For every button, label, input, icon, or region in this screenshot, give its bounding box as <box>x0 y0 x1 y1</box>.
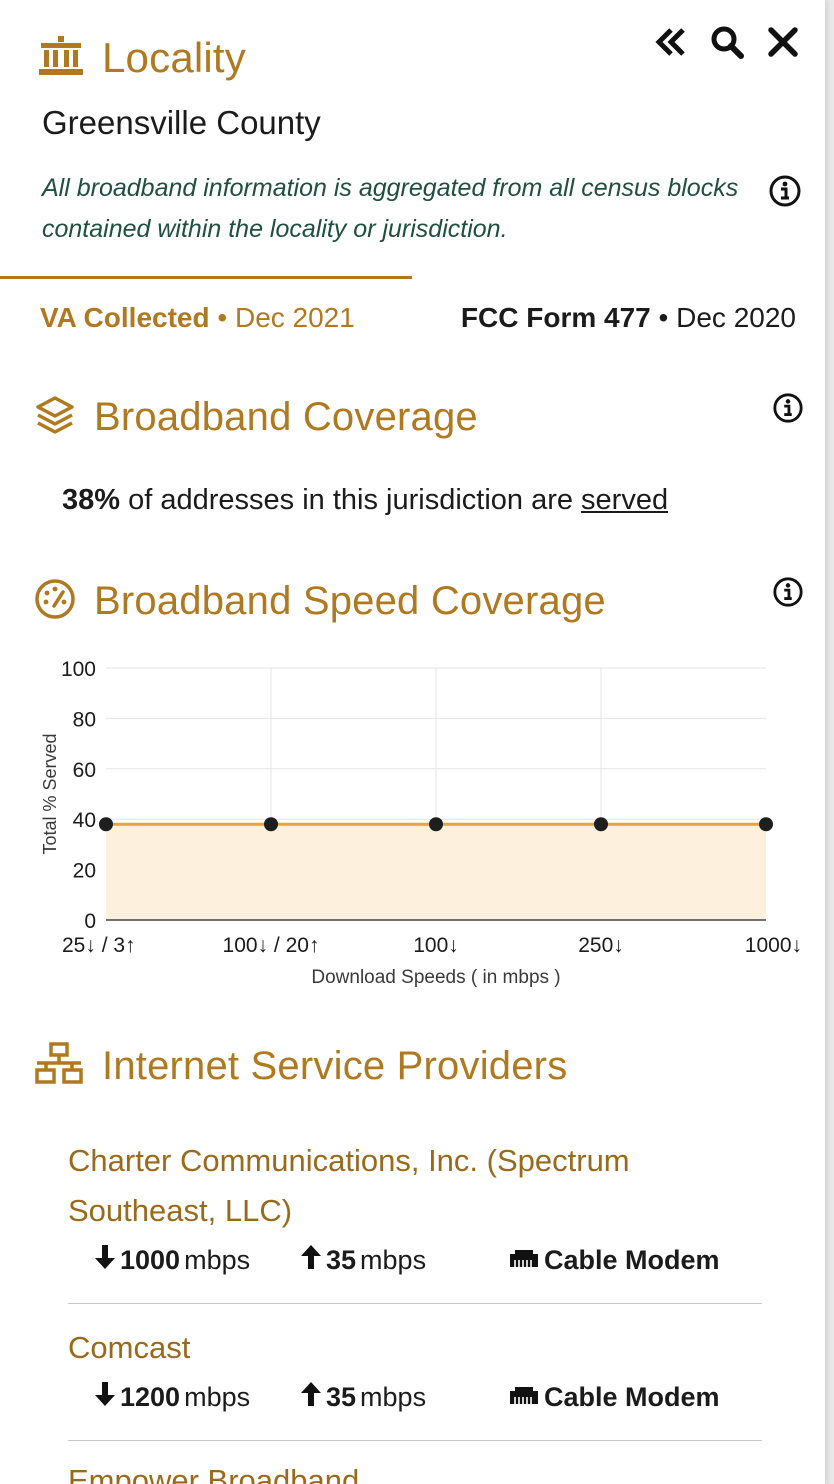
tab-fcc-date: Dec 2020 <box>676 302 796 333</box>
upload-speed: 35 mbps <box>300 1381 508 1414</box>
x-tick-label: 250↓ <box>578 934 624 957</box>
provider-item: Comcast 1200 mbps 35 mbps Cable Modem <box>68 1323 768 1414</box>
download-value: 1200 <box>120 1382 181 1412</box>
y-tick-label: 100 <box>61 658 96 681</box>
upload-value: 35 <box>326 1382 357 1412</box>
double-chevron-left-icon[interactable] <box>651 22 691 62</box>
tab-va-label: VA Collected <box>40 302 210 333</box>
close-icon[interactable] <box>763 22 803 62</box>
info-icon[interactable] <box>772 392 804 424</box>
x-axis-title: Download Speeds ( in mbps ) <box>311 967 560 988</box>
data-point <box>429 817 443 832</box>
x-tick-label: 1000↓ <box>745 934 802 957</box>
download-speed: 1200 mbps <box>94 1381 300 1414</box>
coverage-percent: 38% <box>62 484 121 516</box>
technology: Cable Modem <box>508 1245 720 1276</box>
locality-name: Greensville County <box>42 104 321 141</box>
download-speed: 1000 mbps <box>94 1244 300 1277</box>
provider-item: Empower Broadband <box>68 1456 768 1484</box>
y-tick-label: 0 <box>84 910 96 933</box>
speed-coverage-chart-svg: 0 20 40 60 80 100 25↓ / 3↑ 100↓ / 20↑ 100↓ 250↓ 10… <box>40 658 802 988</box>
data-point <box>264 817 278 832</box>
layers-icon <box>34 394 76 441</box>
network-icon <box>34 1042 84 1091</box>
provider-item: Charter Communications, Inc. (Spectrum S… <box>68 1136 768 1277</box>
x-tick-label: 100↓ / 20↑ <box>223 934 320 957</box>
isp-section-header: Internet Service Providers <box>34 1042 567 1091</box>
info-icon[interactable] <box>772 576 804 608</box>
arrow-down-icon <box>94 1381 116 1414</box>
arrow-up-icon <box>300 1244 322 1277</box>
speed-unit: mbps <box>184 1382 251 1412</box>
tab-va-date: Dec 2021 <box>234 302 355 333</box>
section-title: Internet Service Providers <box>102 1044 568 1088</box>
speed-unit: mbps <box>184 1245 251 1275</box>
arrow-down-icon <box>94 1244 116 1277</box>
section-title: Broadband Speed Coverage <box>94 579 606 623</box>
technology-label: Cable Modem <box>544 1245 720 1275</box>
x-tick-label: 25↓ / 3↑ <box>62 934 136 957</box>
panel-header: Locality <box>38 34 246 82</box>
technology: Cable Modem <box>508 1382 720 1413</box>
data-point <box>759 817 773 832</box>
ethernet-icon <box>508 1382 540 1413</box>
provider-name[interactable]: Comcast <box>68 1323 768 1373</box>
coverage-summary: 38% of addresses in this jurisdiction ar… <box>62 484 668 517</box>
technology-label: Cable Modem <box>544 1382 720 1412</box>
broadband-coverage-header: Broadband Coverage <box>34 394 478 441</box>
provider-name[interactable]: Empower Broadband <box>68 1456 768 1484</box>
download-value: 1000 <box>120 1245 181 1275</box>
tab-fcc-label: FCC Form 477 <box>460 302 651 333</box>
aggregation-note: All broadband information is aggregated … <box>42 174 739 243</box>
served-link[interactable]: served <box>581 484 668 516</box>
bank-icon <box>38 35 84 82</box>
upload-speed: 35 mbps <box>300 1244 508 1277</box>
series-area <box>106 824 766 920</box>
panel-toolbar <box>651 22 803 62</box>
speedometer-icon <box>34 578 76 625</box>
active-tab-indicator <box>0 276 412 279</box>
data-point <box>594 817 608 832</box>
info-icon[interactable] <box>768 174 802 208</box>
speed-coverage-header: Broadband Speed Coverage <box>34 578 606 625</box>
tab-fcc-form-477[interactable]: FCC Form 477 • Dec 2020 <box>461 302 796 334</box>
coverage-text: of addresses in this jurisdiction are <box>120 484 582 516</box>
panel-title: Locality <box>102 34 247 81</box>
row-divider <box>68 1303 762 1304</box>
provider-speeds: 1200 mbps 35 mbps Cable Modem <box>94 1381 768 1414</box>
y-tick-label: 20 <box>73 860 96 883</box>
data-source-tabs: VA Collected • Dec 2021 FCC Form 477 • D… <box>40 302 796 334</box>
provider-speeds: 1000 mbps 35 mbps Cable Modem <box>94 1244 768 1277</box>
row-divider <box>68 1440 762 1441</box>
tab-va-collected[interactable]: VA Collected • Dec 2021 <box>40 302 355 334</box>
tab-separator: • <box>658 302 677 333</box>
x-tick-label: 100↓ <box>413 934 459 957</box>
provider-name[interactable]: Charter Communications, Inc. (Spectrum S… <box>68 1136 768 1236</box>
upload-value: 35 <box>326 1245 357 1275</box>
speed-unit: mbps <box>360 1382 427 1412</box>
y-tick-label: 60 <box>73 759 96 782</box>
locality-panel: Locality Greensville County All broadban… <box>0 0 826 1484</box>
section-title: Broadband Coverage <box>94 395 478 439</box>
ethernet-icon <box>508 1245 540 1276</box>
tab-separator: • <box>217 302 235 333</box>
y-tick-label: 80 <box>73 708 96 731</box>
y-axis-title: Total % Served <box>40 733 60 854</box>
arrow-up-icon <box>300 1381 322 1414</box>
speed-coverage-chart: 0 20 40 60 80 100 25↓ / 3↑ 100↓ / 20↑ 100↓ 250↓ 10… <box>30 650 810 1005</box>
search-icon[interactable] <box>707 22 747 62</box>
data-point <box>99 817 113 832</box>
speed-unit: mbps <box>360 1245 427 1275</box>
y-tick-label: 40 <box>73 809 96 832</box>
